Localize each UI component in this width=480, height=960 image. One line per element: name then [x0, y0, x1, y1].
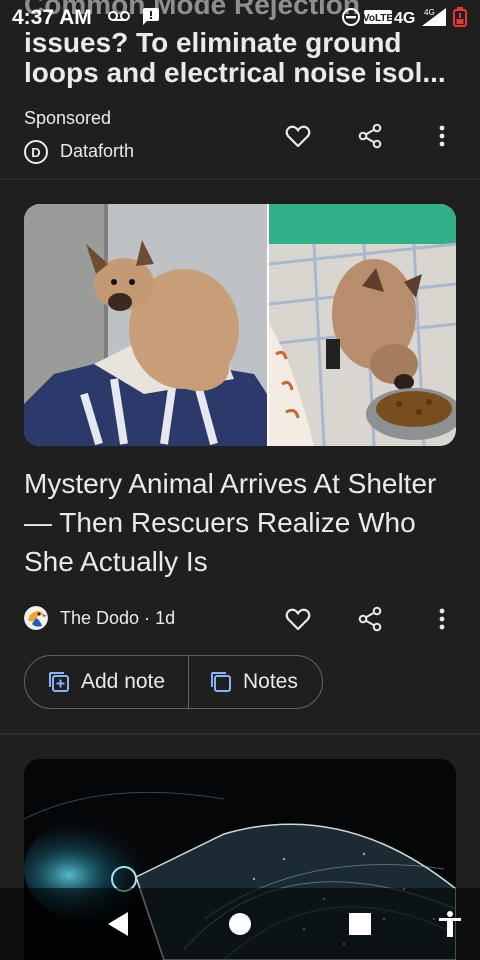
ad-title-line-2[interactable]: loops and electrical noise isol...: [24, 54, 464, 92]
article-like-button[interactable]: [278, 599, 318, 639]
recents-button[interactable]: [324, 888, 396, 960]
article-age: 1d: [155, 608, 176, 628]
home-button[interactable]: [204, 888, 276, 960]
more-vert-icon: [439, 125, 445, 147]
status-bar: 4:37 AM VoLTE 4G 4G: [0, 0, 480, 34]
notes-label: Notes: [243, 670, 298, 693]
notes-icon: [211, 672, 231, 692]
sponsored-label: Sponsored: [24, 108, 112, 128]
ad-source-name: Dataforth: [60, 141, 135, 161]
article-photo: [24, 204, 456, 446]
article-source: The Dodo · 1d: [60, 608, 175, 629]
signal-icon: 4G: [422, 8, 446, 26]
recents-square-icon: [349, 913, 371, 935]
voicemail-icon: [108, 11, 130, 21]
message-icon: [143, 8, 159, 25]
article-share-button[interactable]: [350, 599, 390, 639]
ad-share-button[interactable]: [350, 116, 390, 156]
back-triangle-icon: [108, 912, 128, 936]
notes-button[interactable]: Notes: [189, 656, 298, 708]
card-divider: [0, 178, 480, 180]
add-note-button[interactable]: Add note: [25, 656, 189, 708]
status-right-icons: VoLTE 4G 4G: [342, 7, 467, 27]
add-note-label: Add note: [81, 670, 166, 693]
heart-outline-icon: [285, 608, 311, 631]
add-note-icon: [49, 672, 69, 692]
note-actions: Add note Notes: [24, 655, 323, 709]
home-circle-icon: [229, 913, 251, 935]
accessibility-icon: [439, 911, 461, 937]
source-separator: ·: [139, 608, 156, 628]
article-more-button[interactable]: [422, 599, 462, 639]
share-icon: [358, 123, 382, 149]
article-source-name: The Dodo: [60, 608, 140, 628]
system-nav-bar: [0, 888, 480, 960]
article-image[interactable]: [24, 204, 456, 446]
svg-text:VoLTE: VoLTE: [363, 13, 394, 24]
ad-more-button[interactable]: [422, 116, 462, 156]
share-icon: [358, 606, 382, 632]
more-vert-icon: [439, 608, 445, 630]
accessibility-button[interactable]: [414, 888, 480, 960]
svg-text:4G: 4G: [424, 8, 435, 17]
volte-icon: VoLTE: [363, 10, 394, 24]
status-time: 4:37 AM: [12, 6, 92, 29]
battery-low-icon: [453, 7, 467, 27]
heart-outline-icon: [285, 125, 311, 148]
ad-like-button[interactable]: [278, 116, 318, 156]
network-type: 4G: [394, 10, 415, 27]
card-divider: [0, 733, 480, 735]
back-button[interactable]: [82, 888, 154, 960]
dataforth-logo-icon: D: [24, 140, 48, 164]
article-headline[interactable]: Mystery Animal Arrives At Shelter — Then…: [24, 464, 456, 581]
do-not-disturb-icon: [342, 8, 360, 26]
the-dodo-logo-icon: [24, 606, 48, 630]
